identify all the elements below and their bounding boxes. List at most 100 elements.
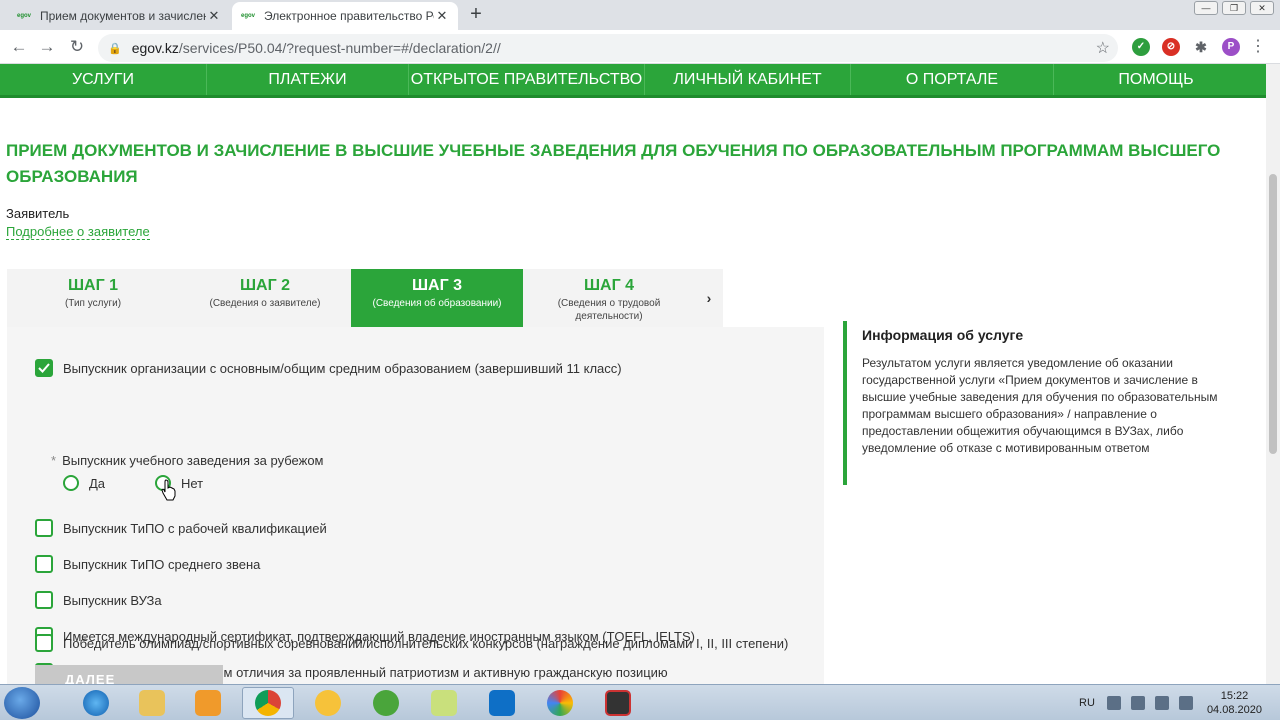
window-controls: — ❐ ✕ [1194,1,1274,15]
option-tipo-worker[interactable]: Выпускник ТиПО с рабочей квалификацией [35,519,327,537]
restore-icon[interactable]: ❐ [1222,1,1246,15]
clock-date: 04.08.2020 [1206,704,1262,716]
sticky-notes-icon[interactable] [418,687,470,719]
radio-yes-label: Да [89,475,106,491]
option-olympiad-winner[interactable]: Победитель олимпиад/спортивных соревнова… [35,634,788,652]
nav-item-payments[interactable]: ПЛАТЕЖИ [207,64,409,95]
close-window-icon[interactable]: ✕ [1250,1,1274,15]
step-label: (Сведения о заявителе) [209,298,321,309]
nav-item-services[interactable]: УСЛУГИ [0,64,207,95]
page-scrollbar[interactable] [1266,64,1280,684]
step-label: (Сведения об образовании) [372,298,502,309]
extensions-puzzle-icon[interactable]: ✱ [1192,38,1210,56]
step-4[interactable]: ШАГ 4 (Сведения о трудовой деятельности) [523,269,695,327]
step-2[interactable]: ШАГ 2 (Сведения о заявителе) [179,269,351,327]
screen-recorder-icon[interactable] [592,687,644,719]
nav-item-about-portal[interactable]: О ПОРТАЛЕ [851,64,1054,95]
applicant-details-link[interactable]: Подробнее о заявителе [6,224,150,240]
browser-tab-1[interactable]: egov Прием документов и зачислени ✕ [8,2,230,30]
checkbox[interactable] [35,634,53,652]
menu-kebab-icon[interactable]: ⋮ [1250,36,1266,56]
tab-strip: egov Прием документов и зачислени ✕ egov… [0,0,1280,30]
scrollbar-thumb[interactable] [1269,174,1277,454]
egov-favicon-icon: egov [240,13,255,19]
checkbox[interactable] [35,519,53,537]
start-button[interactable] [4,687,40,719]
step-1[interactable]: ШАГ 1 (Тип услуги) [7,269,179,327]
block-extension-icon[interactable]: ⊘ [1162,38,1180,56]
profile-avatar[interactable]: P [1222,38,1240,56]
media-player-icon[interactable] [182,687,234,719]
step-3-active[interactable]: ШАГ 3 (Сведения об образовании) [351,269,523,335]
shield-extension-icon[interactable]: ✓ [1132,38,1150,56]
checkbox[interactable] [35,555,53,573]
option-label: Выпускник организации с основным/общим с… [63,360,622,376]
chevron-up-icon[interactable] [1106,696,1121,710]
utorrent-icon[interactable] [360,687,412,719]
browser-tab-2[interactable]: egov Электронное правительство Ре ✕ [232,2,458,30]
step-number: ШАГ 3 [411,277,463,294]
hand-cursor-icon [161,479,176,501]
new-tab-button[interactable]: + [466,4,486,26]
step-wizard: ШАГ 1 (Тип услуги) ШАГ 2 (Сведения о зая… [7,269,723,335]
option-label: Выпускник ТиПО с рабочей квалификацией [63,520,327,536]
abroad-question-label: Выпускник учебного заведения за рубежом [62,453,324,468]
reload-icon[interactable]: ↻ [66,36,88,58]
option-university-graduate[interactable]: Выпускник ВУЗа [35,591,162,609]
info-text: Результатом услуги является уведомление … [862,356,1218,455]
camera-app-icon[interactable] [534,687,586,719]
network-icon[interactable] [1154,696,1169,710]
clock[interactable]: 15:22 04.08.2020 [1207,689,1262,717]
lock-icon: 🔒 [108,42,122,55]
step-number: ШАГ 4 [583,277,635,294]
nav-item-personal-cabinet[interactable]: ЛИЧНЫЙ КАБИНЕТ [645,64,851,95]
step-label: (Сведения о трудовой деятельности) [557,298,661,322]
nav-item-open-government[interactable]: ОТКРЫТОЕ ПРАВИТЕЛЬСТВО [409,64,645,95]
action-center-icon[interactable] [1178,696,1193,710]
forward-arrow-icon[interactable]: → [36,36,58,58]
tab-title: Прием документов и зачислени [40,9,206,23]
checkbox[interactable] [35,591,53,609]
abroad-question: * Выпускник учебного заведения за рубежом [51,453,324,468]
close-tab-icon[interactable]: ✕ [434,8,450,24]
egov-favicon-icon: egov [16,13,31,19]
info-heading: Информация об услуге [862,327,1024,343]
option-label: Победитель олимпиад/спортивных соревнова… [63,635,789,651]
url-path: /services/P50.04/?request-number=#/decla… [178,40,501,56]
nav-item-help[interactable]: ПОМОЩЬ [1054,64,1258,95]
step-number: ШАГ 2 [239,277,291,294]
next-button[interactable]: ДАЛЕЕ [35,665,223,684]
volume-icon[interactable] [1130,696,1145,710]
close-tab-icon[interactable]: ✕ [206,8,222,24]
browser-toolbar: ← → ↻ 🔒 egov.kz /services/P50.04/?reques… [0,30,1280,64]
main-nav: УСЛУГИ ПЛАТЕЖИ ОТКРЫТОЕ ПРАВИТЕЛЬСТВО ЛИ… [0,64,1266,98]
page-title: ПРИЕМ ДОКУМЕНТОВ И ЗАЧИСЛЕНИЕ В ВЫСШИЕ У… [6,141,1221,186]
checkbox-checked[interactable] [35,359,53,377]
bookmark-star-icon[interactable]: ☆ [1096,38,1110,58]
chrome-icon[interactable] [242,687,294,719]
option-label: Выпускник ВУЗа [63,592,162,608]
required-mark: * [51,453,57,468]
step-number: ШАГ 1 [67,277,119,294]
radio-no-label: Нет [181,475,204,491]
address-bar[interactable]: 🔒 egov.kz /services/P50.04/?request-numb… [98,34,1118,62]
minimize-icon[interactable]: — [1194,1,1218,15]
explorer-folder-icon[interactable] [126,687,178,719]
emoji-app-icon[interactable] [302,687,354,719]
option-secondary-school[interactable]: Выпускник организации с основным/общим с… [35,359,622,377]
radio-yes[interactable]: Да [63,475,105,491]
clock-time: 15:22 [1220,690,1249,702]
teamviewer-icon[interactable] [476,687,528,719]
step-label: (Тип услуги) [64,298,122,309]
option-label: Выпускник ТиПО среднего звена [63,556,261,572]
service-info-panel: Информация об услуге Результатом услуги … [843,321,1233,485]
chevron-right-icon[interactable]: › [695,269,723,327]
url-host: egov.kz [131,40,179,56]
radio-circle[interactable] [63,475,79,491]
tab-title: Электронное правительство Ре [264,9,434,23]
option-tipo-middle[interactable]: Выпускник ТиПО среднего звена [35,555,260,573]
back-arrow-icon[interactable]: ← [8,36,30,58]
language-indicator[interactable]: RU [1079,697,1095,709]
ie-icon[interactable] [70,687,122,719]
page-viewport: УСЛУГИ ПЛАТЕЖИ ОТКРЫТОЕ ПРАВИТЕЛЬСТВО ЛИ… [0,64,1266,684]
